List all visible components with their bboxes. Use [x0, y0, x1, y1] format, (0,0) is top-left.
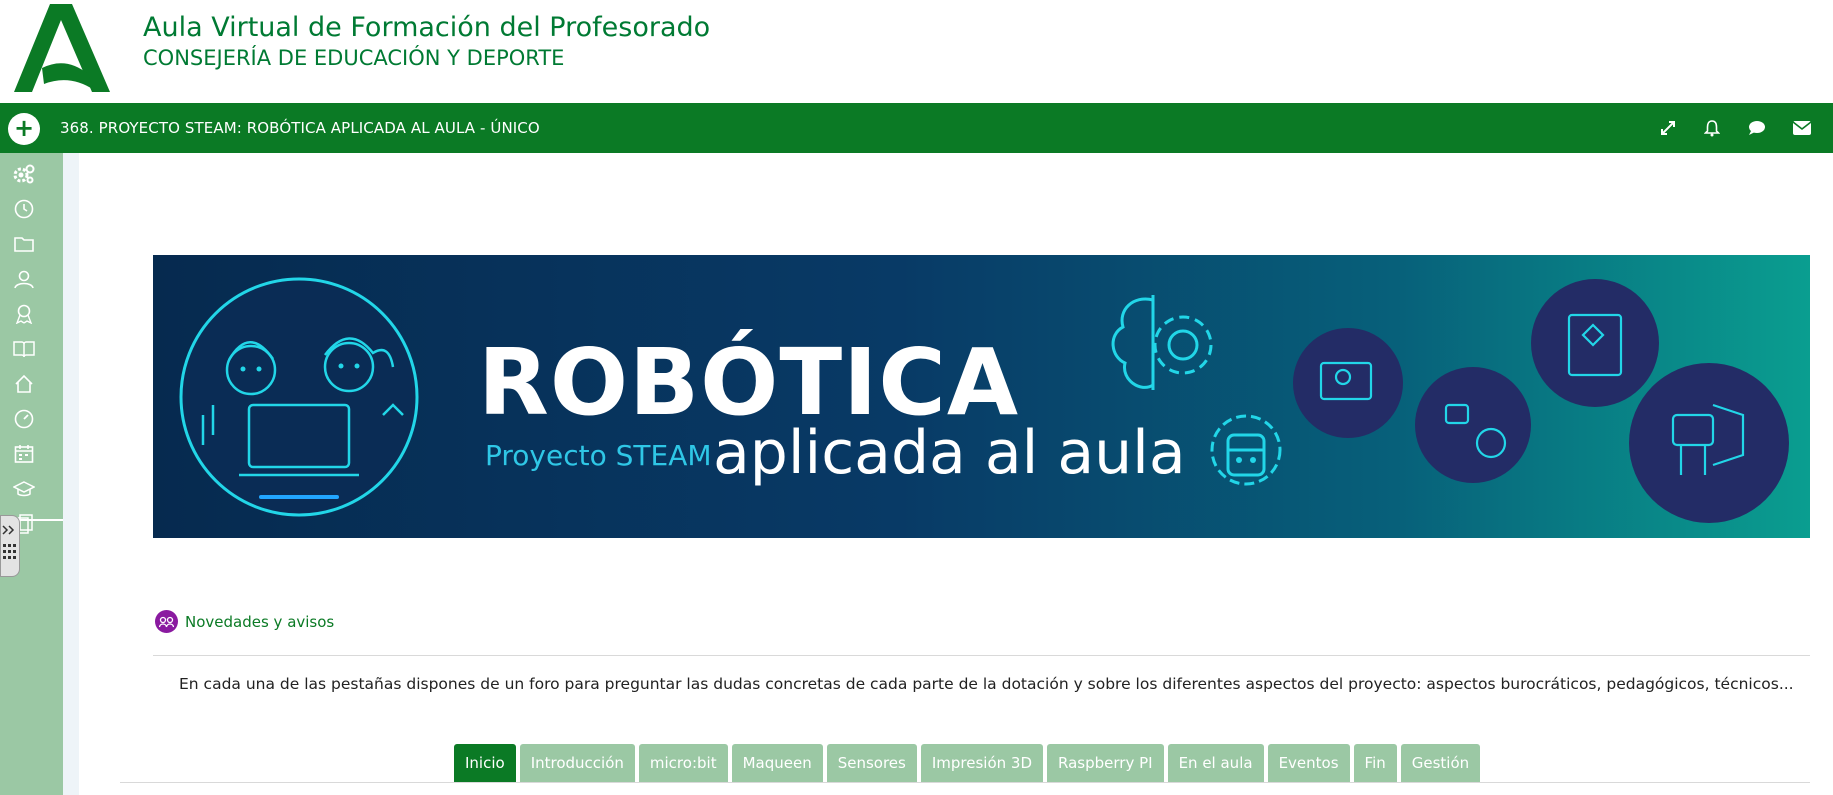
dashboard-icon[interactable] [12, 407, 36, 431]
tab-maqueen[interactable]: Maqueen [731, 744, 823, 782]
fullscreen-icon[interactable] [1657, 117, 1679, 139]
tab-eventos[interactable]: Eventos [1267, 744, 1350, 782]
award-icon[interactable] [12, 302, 36, 326]
tab-fin[interactable]: Fin [1353, 744, 1397, 782]
calendar-icon[interactable] [12, 442, 36, 466]
gears-icon[interactable] [12, 162, 36, 186]
forum-icon [155, 610, 178, 633]
site-subtitle: CONSEJERÍA DE EDUCACIÓN Y DEPORTE [143, 46, 565, 70]
site-title: Aula Virtual de Formación del Profesorad… [143, 12, 711, 43]
tab-sensores[interactable]: Sensores [826, 744, 917, 782]
banner-subtitle-large: aplicada al aula [713, 418, 1186, 488]
home-icon[interactable] [12, 372, 36, 396]
course-title[interactable]: 368. PROYECTO STEAM: ROBÓTICA APLICADA A… [60, 119, 540, 137]
junta-andalucia-logo[interactable] [14, 4, 110, 92]
folder-icon[interactable] [12, 232, 36, 256]
tab-gestión[interactable]: Gestión [1400, 744, 1481, 782]
site-header: Aula Virtual de Formación del Profesorad… [0, 0, 1833, 103]
tab-raspberry-pi[interactable]: Raspberry PI [1047, 744, 1164, 782]
tabs-divider [120, 782, 1810, 783]
divider [153, 655, 1810, 656]
clock-icon[interactable] [12, 197, 36, 221]
graduation-cap-icon[interactable] [12, 477, 36, 501]
news-forum-label[interactable]: Novedades y avisos [185, 613, 334, 631]
banner-subtitle-small: Proyecto STEAM [485, 439, 712, 472]
plus-circle-icon[interactable]: + [8, 113, 40, 145]
tab-inicio[interactable]: Inicio [454, 744, 516, 782]
tab-introducción[interactable]: Introducción [519, 744, 635, 782]
bell-icon[interactable] [1701, 117, 1723, 139]
course-banner: ROBÓTICA Proyecto STEAM aplicada al aula [153, 255, 1810, 538]
news-forum-link[interactable]: Novedades y avisos [155, 610, 334, 633]
course-tabs: Inicio Introducción micro:bit Maqueen Sensor… [454, 744, 1481, 782]
sidebar-toggle-tab[interactable] [0, 515, 20, 577]
top-navbar: + 368. PROYECTO STEAM: ROBÓTICA APLICADA… [0, 103, 1833, 153]
users-icon[interactable] [12, 267, 36, 291]
tab-micro-bit[interactable]: micro:bit [638, 744, 728, 782]
chat-icon[interactable] [1746, 117, 1768, 139]
book-icon[interactable] [12, 337, 36, 361]
tab-en-el-aula[interactable]: En el aula [1167, 744, 1264, 782]
envelope-icon[interactable] [1791, 117, 1813, 139]
sidebar-edge [63, 153, 79, 795]
course-summary: En cada una de las pestañas dispones de … [179, 675, 1794, 693]
tab-impresión-3d[interactable]: Impresión 3D [920, 744, 1044, 782]
left-sidebar [0, 153, 63, 795]
